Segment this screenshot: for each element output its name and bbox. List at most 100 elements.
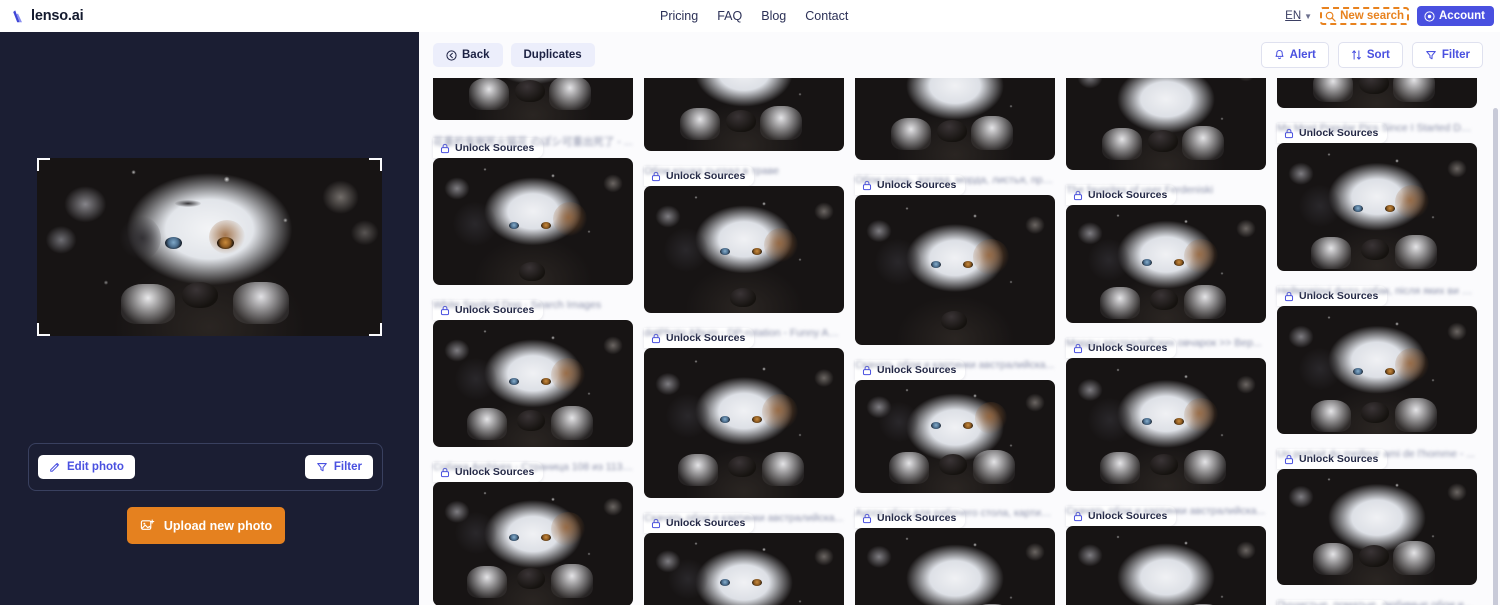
dog-right-paw [233,282,289,324]
result-caption: dotPhoto Album - DP-rotation - Funny Ani… [644,327,844,339]
top-navigation-bar: lenso.ai Pricing FAQ Blog Contact EN ▼ N… [0,0,1500,32]
upload-new-photo-label: Upload new photo [163,518,273,533]
crop-handle-bottom-left[interactable] [37,323,50,336]
language-selector[interactable]: EN ▼ [1285,10,1312,22]
results-filter-button[interactable]: Filter [1411,42,1483,68]
user-circle-icon [1424,10,1435,22]
dog-brown-eye [217,237,234,249]
result-caption: Аусси обои для рабочего стола, картин... [855,507,1055,519]
result-caption: Скачать обои и картинки австралийска... [855,359,1055,371]
account-button[interactable]: Account [1417,6,1494,26]
result-card[interactable]: Unlock Sources Неймовірні фото собак, пі… [1277,143,1477,306]
result-card[interactable]: Unlock Sources Морды австралийских овчар… [1066,205,1266,358]
result-thumbnail[interactable] [855,380,1055,493]
result-card[interactable]: Unlock Sources Собака Archives - Страниц… [433,320,633,482]
language-label: EN [1285,10,1302,22]
nav-link-faq[interactable]: FAQ [717,9,742,23]
result-caption: Обои осень, взгляд, морда, листья, при..… [855,174,1055,186]
result-thumbnail[interactable] [1066,358,1266,491]
main-nav-links: Pricing FAQ Blog Contact [660,0,848,32]
result-card[interactable]: Unlock Sources Dog Bite Injury Rights in… [433,482,633,605]
photo-tools-row: Edit photo Filter [28,443,383,491]
sort-label: Sort [1366,49,1390,61]
result-caption: The favorites of user Ferdeniski [1066,184,1214,196]
uploaded-photo-panel: Edit photo Filter Upload new photo [0,32,419,605]
result-card[interactable]: Unlock Sources White Spotted Dog - Searc… [433,158,633,320]
result-caption: 花重的鬼喇死火猫花 のぽシ可重出死了 - ... [433,136,633,148]
brand-logo[interactable]: lenso.ai [10,8,84,24]
duplicates-button[interactable]: Duplicates [510,43,595,67]
result-thumbnail[interactable] [1066,205,1266,323]
search-icon [1325,11,1336,22]
nav-link-pricing[interactable]: Pricing [660,9,698,23]
result-thumbnail[interactable] [644,533,844,605]
back-circle-icon [446,49,457,61]
result-thumbnail[interactable] [433,158,633,285]
result-card[interactable]: Unlock Sources dotPhoto Album - DP-rotat… [644,186,844,348]
result-card[interactable]: Unlock Sources Скачать обои морда, австр… [644,533,844,605]
result-thumbnail[interactable] [644,348,844,498]
alert-label: Alert [1289,49,1316,61]
bell-icon [1274,49,1285,61]
brand-name: lenso.ai [31,8,84,24]
uploaded-photo-preview[interactable] [37,158,382,336]
sort-button[interactable]: Sort [1337,42,1403,68]
result-card[interactable]: Unlock Sources [855,528,1055,605]
back-button[interactable]: Back [433,43,503,67]
sort-arrows-icon [1351,49,1362,61]
dog-blue-eye [165,237,182,249]
back-label: Back [462,49,490,61]
photo-filter-button[interactable]: Filter [304,455,373,479]
result-caption: Морды австралийских овчарок >> Вер... [1066,337,1262,349]
funnel-icon [316,461,328,473]
result-thumbnail[interactable] [433,482,633,605]
result-thumbnail[interactable] [644,186,844,313]
dog-nose [182,282,218,308]
result-thumbnail[interactable] [433,320,633,447]
results-toolbar-right: Alert Sort Filter [1260,42,1483,68]
nav-link-contact[interactable]: Contact [805,9,848,23]
result-thumbnail[interactable] [855,195,1055,345]
crop-handle-bottom-right[interactable] [369,323,382,336]
result-caption: Пушистые, поматые, любимые обои и... [1277,599,1473,605]
result-thumbnail[interactable] [1277,306,1477,434]
results-filter-label: Filter [1441,49,1470,61]
edit-photo-label: Edit photo [67,461,124,473]
result-thumbnail[interactable] [1277,469,1477,585]
result-card[interactable]: Unlock Sources Скачать обои и картинки а… [855,195,1055,380]
new-search-label: New search [1340,10,1404,22]
result-caption: Собака Archives - Страница 108 из 113 - … [433,461,633,473]
funnel-icon [1425,49,1437,61]
results-toolbar-left: Back Duplicates [433,43,595,67]
result-caption: Скачать обои и картинки австралийска... [644,512,844,524]
result-thumbnail[interactable] [855,528,1055,605]
result-card[interactable]: Unlock Sources Скачать обои и картинки а… [1066,358,1266,526]
result-thumbnail[interactable] [1066,526,1266,605]
result-card[interactable]: Unlock Sources Пушистые, поматые, любимы… [1277,469,1477,605]
crop-handle-top-right[interactable] [369,158,382,171]
result-card[interactable]: Unlock Sources Un portrait du meilleur a… [1277,306,1477,469]
dog-left-ear-patch [119,216,161,260]
result-card[interactable]: Unlock Sources Аусси обои для рабочего с… [855,380,1055,528]
alert-button[interactable]: Alert [1260,42,1329,68]
nav-link-blog[interactable]: Blog [761,9,786,23]
result-caption: White Spotted Dog - Search Images [433,299,602,311]
results-column-1: Unlock Sources 花重的鬼喇死火猫花 のぽシ可重出死了 - ... [433,32,633,605]
result-caption: My Most Popular Pics Since I Started Dog… [1277,122,1477,134]
search-results-area: Back Duplicates Alert Sort Filter Unlock… [419,32,1500,605]
account-label: Account [1439,10,1485,22]
new-search-button[interactable]: New search [1325,10,1404,22]
result-thumbnail[interactable] [1277,143,1477,271]
result-caption: Скачать обои и картинки австралийска... [1066,505,1266,517]
results-column-5: Unlock Sources My Most Popular Pics Sinc… [1277,32,1477,605]
results-scrollbar[interactable] [1493,108,1498,605]
crop-handle-top-left[interactable] [37,158,50,171]
upload-new-photo-button[interactable]: Upload new photo [127,507,285,544]
top-right-controls: EN ▼ New search Account [1285,0,1494,32]
photo-filter-label: Filter [333,461,362,473]
edit-photo-button[interactable]: Edit photo [38,455,135,479]
dog-left-paw [121,284,175,324]
chevron-down-icon: ▼ [1304,11,1313,21]
result-card[interactable]: Unlock Sources Les informations sur les … [1066,526,1266,605]
result-card[interactable]: Unlock Sources Скачать обои и картинки а… [644,348,844,533]
